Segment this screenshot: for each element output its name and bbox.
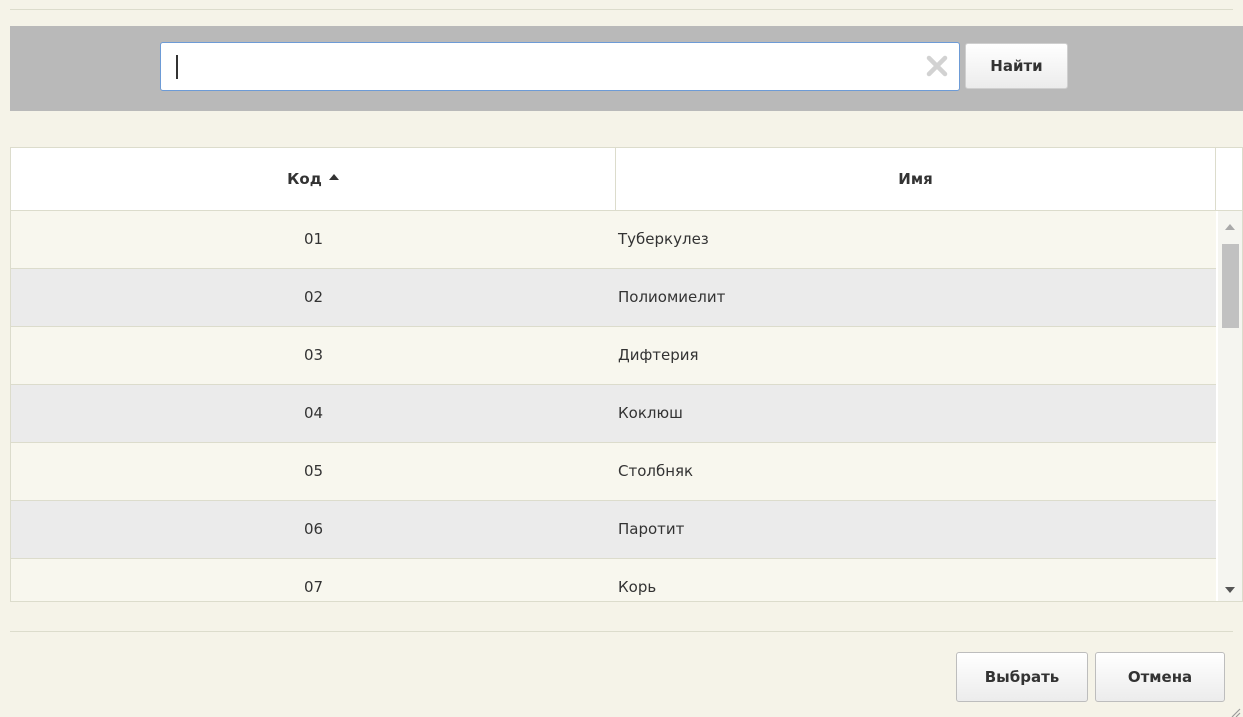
cancel-button[interactable]: Отмена [1095,652,1225,702]
cell-code: 01 [303,230,324,248]
cell-name: Туберкулез [618,230,709,248]
table-row[interactable]: 02 Полиомиелит [11,269,1216,327]
cell-name: Корь [618,578,657,596]
cell-code: 03 [303,346,324,364]
table-scrollbar[interactable] [1218,211,1242,601]
search-input[interactable] [169,49,913,86]
search-panel: Найти [10,26,1243,111]
table-row[interactable]: 04 Коклюш [11,385,1216,443]
table-row[interactable]: 05 Столбняк [11,443,1216,501]
table-row[interactable]: 01 Туберкулез [11,211,1216,269]
column-header-name[interactable]: Имя [616,148,1216,210]
cell-name: Дифтерия [618,346,699,364]
resize-grip-icon[interactable] [1229,703,1241,717]
cell-code: 04 [303,404,324,422]
table-row[interactable]: 07 Корь [11,559,1216,601]
search-field[interactable] [160,42,960,91]
table-body: 01 Туберкулез 02 Полиомиелит 03 Дифтерия… [11,211,1216,601]
select-button[interactable]: Выбрать [956,652,1088,702]
column-header-code-label: Код [287,170,322,188]
scroll-down-icon[interactable] [1225,587,1235,593]
results-table: Код Имя 01 Туберкулез 02 Полиомиелит 03 … [10,147,1243,602]
text-caret [176,55,178,79]
clear-x-icon[interactable] [925,54,949,78]
cell-code: 02 [303,288,324,306]
find-button[interactable]: Найти [965,43,1068,89]
table-row[interactable]: 03 Дифтерия [11,327,1216,385]
dictionary-dialog: Найти Код Имя 01 Туберкулез 02 Полиомиел… [0,0,1243,717]
table-header: Код Имя [11,148,1242,211]
top-divider [10,9,1233,10]
column-header-code[interactable]: Код [11,148,616,210]
cell-name: Коклюш [618,404,683,422]
cell-name: Паротит [618,520,685,538]
scroll-thumb[interactable] [1222,244,1239,328]
cell-name: Столбняк [618,462,694,480]
cell-code: 05 [303,462,324,480]
cell-code: 06 [303,520,324,538]
cell-name: Полиомиелит [618,288,726,306]
scroll-up-icon[interactable] [1225,224,1235,230]
cell-code: 07 [303,578,324,596]
table-row[interactable]: 06 Паротит [11,501,1216,559]
column-header-name-label: Имя [898,170,933,188]
footer-divider [10,631,1233,632]
sort-ascending-icon [328,174,339,180]
